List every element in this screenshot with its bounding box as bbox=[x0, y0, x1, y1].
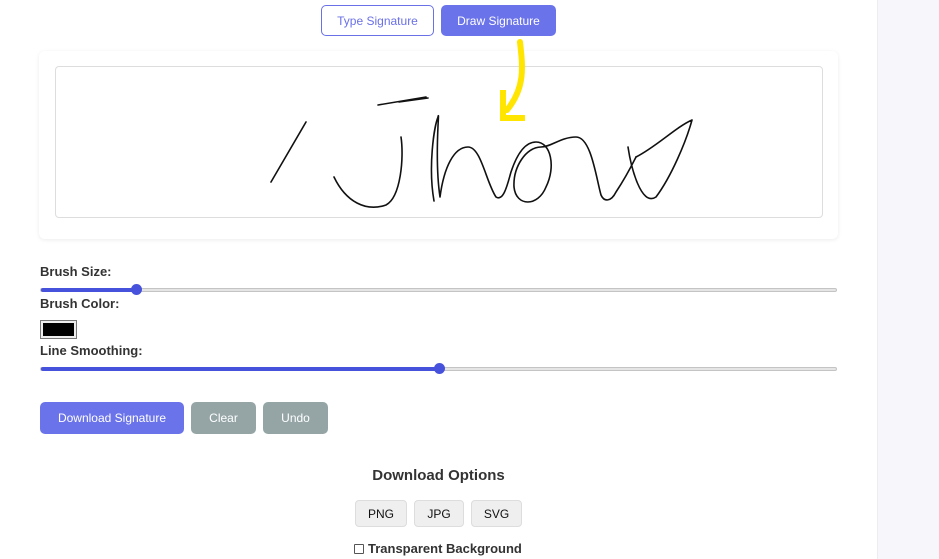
transparent-background-checkbox[interactable] bbox=[354, 543, 364, 554]
line-smoothing-thumb[interactable] bbox=[433, 363, 445, 374]
jpg-button[interactable]: JPG bbox=[414, 500, 464, 527]
brush-color-label: Brush Color: bbox=[40, 296, 120, 311]
download-signature-button[interactable]: Download Signature bbox=[40, 402, 184, 434]
png-button[interactable]: PNG bbox=[355, 500, 407, 527]
brush-size-slider[interactable] bbox=[40, 284, 837, 295]
tab-type-signature[interactable]: Type Signature bbox=[321, 5, 434, 36]
svg-button[interactable]: SVG bbox=[471, 500, 522, 527]
transparent-background-label: Transparent Background bbox=[368, 541, 522, 556]
brush-color-swatch bbox=[43, 323, 74, 336]
brush-size-thumb[interactable] bbox=[131, 284, 143, 295]
arrow-down-icon bbox=[500, 39, 525, 121]
undo-button[interactable]: Undo bbox=[263, 402, 328, 434]
transparent-background-option[interactable]: Transparent Background bbox=[354, 541, 522, 556]
right-panel bbox=[877, 0, 939, 559]
brush-size-fill bbox=[41, 288, 137, 292]
download-options-title: Download Options bbox=[372, 467, 505, 484]
brush-color-picker[interactable] bbox=[40, 320, 77, 339]
line-smoothing-slider[interactable] bbox=[40, 363, 837, 374]
clear-button[interactable]: Clear bbox=[191, 402, 256, 434]
line-smoothing-fill bbox=[41, 367, 439, 371]
brush-size-label: Brush Size: bbox=[40, 264, 112, 279]
signature-drawing bbox=[270, 96, 693, 208]
line-smoothing-label: Line Smoothing: bbox=[40, 343, 143, 358]
signature-canvas[interactable] bbox=[55, 66, 823, 218]
tab-draw-signature[interactable]: Draw Signature bbox=[441, 5, 556, 36]
